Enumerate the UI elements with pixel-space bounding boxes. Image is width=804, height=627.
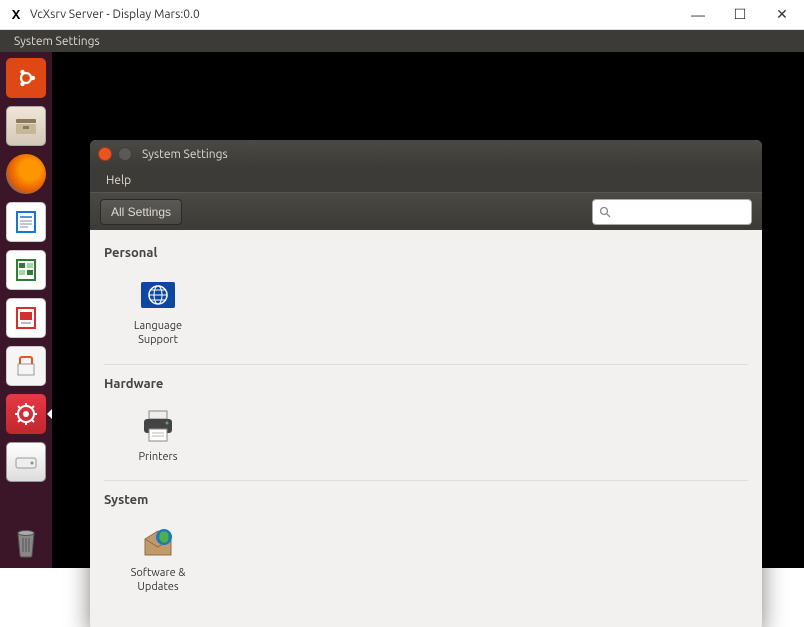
launcher-software-center[interactable] [4,344,48,388]
firefox-icon [6,154,46,194]
trash-icon [6,522,46,562]
drive-icon [6,442,46,482]
launcher-calc[interactable] [4,248,48,292]
language-support-icon [137,274,179,316]
impress-icon [6,298,46,338]
printers-icon [137,405,179,447]
launcher-impress[interactable] [4,296,48,340]
files-icon [6,106,46,146]
launcher-drive[interactable] [4,440,48,484]
section-system-grid: Software & Updates [104,513,748,609]
settings-menubar: Help [90,168,762,192]
search-wrap [592,199,752,225]
divider [104,364,748,365]
settings-window: System Settings Help All Settings Person… [90,140,762,627]
item-language-support[interactable]: Language Support [118,270,198,352]
vcxsrv-icon: X [8,7,24,23]
settings-icon [6,394,46,434]
settings-close-button[interactable] [98,147,112,161]
launcher-firefox[interactable] [4,152,48,196]
help-menu[interactable]: Help [100,172,137,189]
settings-titlebar[interactable]: System Settings [90,140,762,168]
settings-minimize-button[interactable] [118,147,132,161]
section-system-title: System [104,483,748,513]
section-hardware-title: Hardware [104,367,748,397]
calc-icon [6,250,46,290]
launcher-writer[interactable] [4,200,48,244]
maximize-button[interactable]: ☐ [726,4,754,26]
linux-desktop: System Settings [0,30,804,568]
launcher-active-pip [47,409,52,419]
windows-titlebar: X VcXsrv Server - Display Mars:0.0 — ☐ ✕ [0,0,804,30]
close-button[interactable]: ✕ [768,4,796,26]
all-settings-button[interactable]: All Settings [100,199,182,225]
item-language-support-label: Language Support [122,320,194,348]
writer-icon [6,202,46,242]
launcher-settings[interactable] [4,392,48,436]
divider [104,480,748,481]
section-personal-grid: Language Support [104,266,748,362]
item-software-updates-label: Software & Updates [122,567,194,595]
launcher-files[interactable] [4,104,48,148]
item-printers-label: Printers [138,451,177,465]
menubar-app-name[interactable]: System Settings [8,33,106,50]
ubuntu-logo-icon [6,58,46,98]
section-hardware-grid: Printers [104,397,748,479]
launcher-ubuntu[interactable] [4,56,48,100]
software-updates-icon [137,521,179,563]
search-input[interactable] [592,199,752,225]
global-menubar: System Settings [0,30,804,52]
section-personal-title: Personal [104,236,748,266]
software-center-icon [6,346,46,386]
item-software-updates[interactable]: Software & Updates [118,517,198,599]
item-printers[interactable]: Printers [118,401,198,469]
windows-controls: — ☐ ✕ [684,4,796,26]
settings-body: Personal Language Support Hardware Print… [90,230,762,627]
unity-launcher [0,52,52,568]
windows-title: VcXsrv Server - Display Mars:0.0 [30,8,684,21]
launcher-trash[interactable] [4,520,48,564]
settings-toolbar: All Settings [90,192,762,230]
settings-window-title: System Settings [142,148,228,161]
minimize-button[interactable]: — [684,4,712,26]
